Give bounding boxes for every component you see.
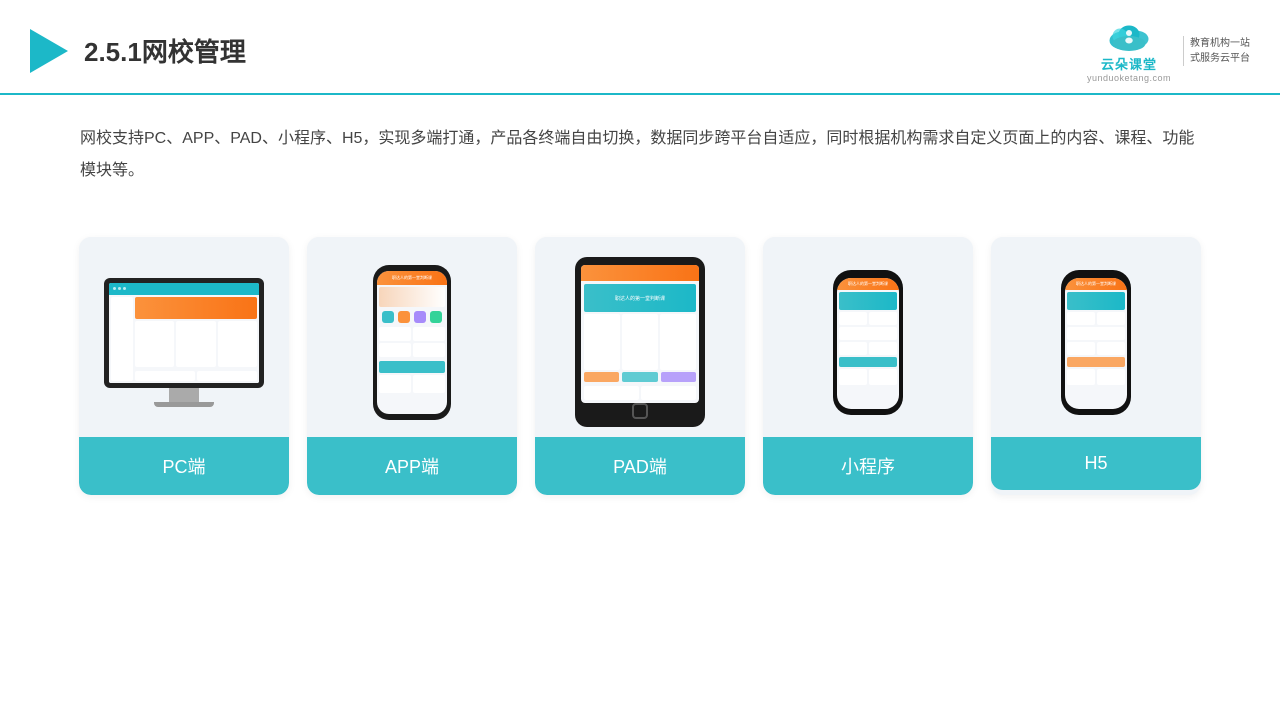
card-h5-image: 职达人的第一堂判断课 (991, 237, 1201, 437)
brand-url: yunduoketang.com (1087, 73, 1171, 83)
description-text: 网校支持PC、APP、PAD、小程序、H5，实现多端打通，产品各终端自由切换，数… (0, 95, 1280, 197)
card-h5: 职达人的第一堂判断课 (991, 237, 1201, 495)
brand-slogan: 教育机构一站 式服务云平台 (1183, 36, 1250, 66)
card-pc-image (79, 237, 289, 437)
brand-logo: 云朵课堂 yunduoketang.com 教育机构一站 式服务云平台 (1087, 18, 1250, 83)
card-pc-label: PC端 (79, 437, 289, 495)
logo-triangle-icon (30, 29, 68, 73)
pad-tablet-icon: 职达人的第一堂判断课 (575, 257, 705, 427)
card-miniprogram-label: 小程序 (763, 437, 973, 495)
card-app: 职达人的第一堂判断课 (307, 237, 517, 495)
card-pad-image: 职达人的第一堂判断课 (535, 237, 745, 437)
brand-name: 云朵课堂 (1101, 54, 1157, 73)
cloud-logo-wrap: 云朵课堂 yunduoketang.com (1087, 18, 1171, 83)
card-h5-label: H5 (991, 437, 1201, 490)
card-pad-label: PAD端 (535, 437, 745, 495)
cloud-icon (1099, 18, 1159, 54)
h5-phone-icon: 职达人的第一堂判断课 (1061, 270, 1131, 415)
brand-slogan-line2: 式服务云平台 (1190, 51, 1250, 66)
card-pc: PC端 (79, 237, 289, 495)
card-pad: 职达人的第一堂判断课 (535, 237, 745, 495)
miniprogram-phone-icon: 职达人的第一堂判断课 (833, 270, 903, 415)
card-miniprogram-image: 职达人的第一堂判断课 (763, 237, 973, 437)
card-miniprogram: 职达人的第一堂判断课 (763, 237, 973, 495)
brand-slogan-line1: 教育机构一站 (1190, 36, 1250, 51)
card-app-image: 职达人的第一堂判断课 (307, 237, 517, 437)
header-left: 2.5.1网校管理 (30, 29, 246, 73)
app-phone-icon: 职达人的第一堂判断课 (373, 265, 451, 420)
header: 2.5.1网校管理 云朵课堂 yunduoketang.com 教育机构一站 式… (0, 0, 1280, 95)
page-title: 2.5.1网校管理 (84, 32, 246, 69)
cards-container: PC端 职达人的第一堂判断课 (0, 207, 1280, 515)
description-paragraph: 网校支持PC、APP、PAD、小程序、H5，实现多端打通，产品各终端自由切换，数… (80, 123, 1200, 187)
pc-monitor-icon (104, 278, 264, 407)
card-app-label: APP端 (307, 437, 517, 495)
